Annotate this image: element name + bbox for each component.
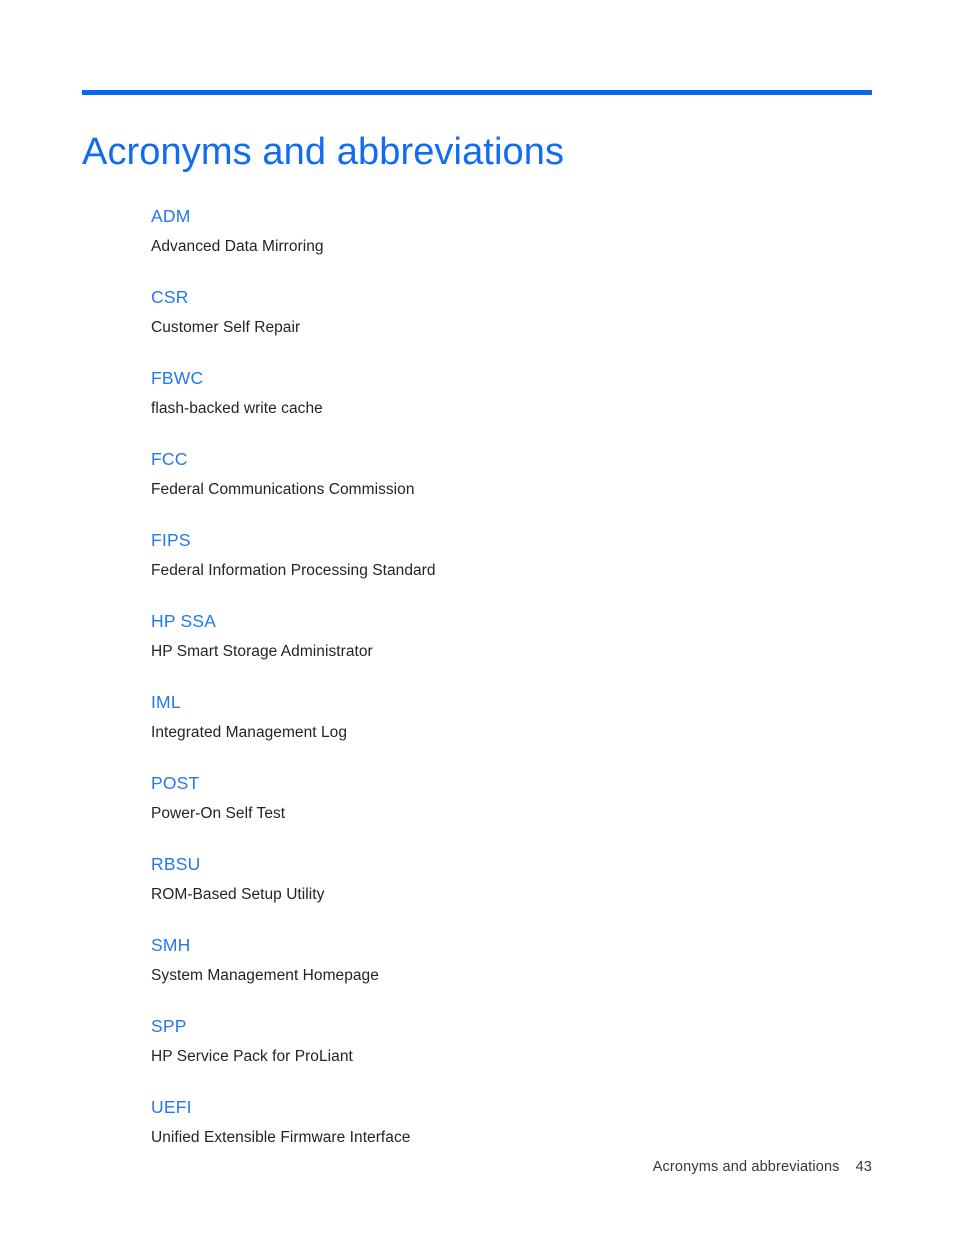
- glossary-term: RBSU: [151, 854, 201, 874]
- glossary-definition: Federal Information Processing Standard: [151, 562, 436, 579]
- header-rule: [82, 90, 872, 95]
- glossary-definition: flash-backed write cache: [151, 400, 323, 417]
- glossary-entry: POST Power-On Self Test: [151, 772, 851, 824]
- glossary-entry: FBWC flash-backed write cache: [151, 367, 851, 419]
- glossary-definition: Advanced Data Mirroring: [151, 238, 324, 255]
- glossary-term: CSR: [151, 287, 189, 307]
- glossary-entry: CSR Customer Self Repair: [151, 286, 851, 338]
- glossary-entry: RBSU ROM-Based Setup Utility: [151, 853, 851, 905]
- glossary-term: POST: [151, 773, 200, 793]
- glossary-definition: Integrated Management Log: [151, 724, 347, 741]
- glossary-term: HP SSA: [151, 611, 217, 631]
- glossary-definition: Customer Self Repair: [151, 319, 301, 336]
- footer-page-number: 43: [855, 1159, 872, 1175]
- page-title: Acronyms and abbreviations: [82, 131, 565, 174]
- glossary-entry: SPP HP Service Pack for ProLiant: [151, 1015, 851, 1067]
- glossary-entry: FCC Federal Communications Commission: [151, 448, 851, 500]
- glossary-entry: IML Integrated Management Log: [151, 691, 851, 743]
- glossary-term: IML: [151, 692, 181, 712]
- glossary-entry: UEFI Unified Extensible Firmware Interfac…: [151, 1096, 851, 1148]
- document-page: Acronyms and abbreviations ADM Advanced D…: [0, 0, 954, 1235]
- footer-section-label: Acronyms and abbreviations: [652, 1159, 840, 1175]
- glossary-entry: ADM Advanced Data Mirroring: [151, 205, 851, 257]
- glossary-term: FBWC: [151, 368, 204, 388]
- glossary-term: ADM: [151, 206, 191, 226]
- glossary-definition: HP Smart Storage Administrator: [151, 643, 373, 660]
- glossary-definition: System Management Homepage: [151, 967, 379, 984]
- glossary-definition: Federal Communications Commission: [151, 481, 415, 498]
- glossary-entry: SMH System Management Homepage: [151, 934, 851, 986]
- glossary-term: FCC: [151, 449, 188, 469]
- glossary-definition: HP Service Pack for ProLiant: [151, 1048, 353, 1065]
- glossary-term: SPP: [151, 1016, 187, 1036]
- glossary-term: FIPS: [151, 530, 191, 550]
- page-footer: Acronyms and abbreviations 43: [82, 1157, 872, 1177]
- glossary-term: UEFI: [151, 1097, 192, 1117]
- glossary-definition: ROM-Based Setup Utility: [151, 886, 325, 903]
- glossary-definition: Unified Extensible Firmware Interface: [151, 1129, 411, 1146]
- glossary-entry: HP SSA HP Smart Storage Administrator: [151, 610, 851, 662]
- glossary-term: SMH: [151, 935, 191, 955]
- glossary-definition: Power-On Self Test: [151, 805, 286, 822]
- glossary-list: ADM Advanced Data Mirroring CSR Customer Se…: [151, 205, 851, 1148]
- glossary-entry: FIPS Federal Information Processing Stand…: [151, 529, 851, 581]
